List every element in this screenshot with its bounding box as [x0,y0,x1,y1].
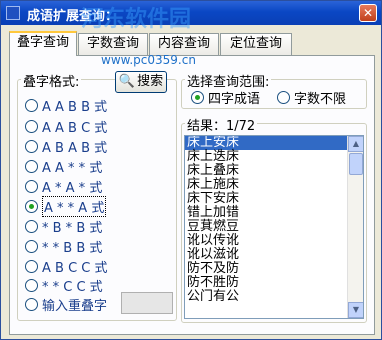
pattern-label: 输入重叠字 [42,298,108,314]
pattern-group-label: 叠字格式: [21,71,82,90]
list-item[interactable]: 床上安床 [185,136,363,150]
radio-icon [25,259,38,273]
search-button-label: 搜索 [137,74,164,89]
search-icon: 🔍 [118,74,136,89]
close-button[interactable]: ✕ [359,4,377,22]
scope-radio-any-length[interactable]: 字数不限 [277,88,347,107]
radio-icon [191,90,204,104]
radio-icon [25,139,38,153]
pattern-label: * * C C 式 [42,279,103,295]
pattern-label: * * B B 式 [42,240,103,256]
app-icon [6,6,20,20]
pattern-label: A A * * 式 [42,160,103,176]
list-item[interactable]: 床上迭床 [185,150,363,164]
pattern-radio-a-stars-a[interactable]: A * * A 式 [25,195,107,217]
list-item[interactable]: 防不及防 [185,262,363,276]
scroll-up-icon[interactable]: ▲ [348,136,363,152]
radio-icon [25,199,38,213]
pattern-label: * B * B 式 [42,220,103,236]
radio-icon [25,179,38,193]
list-item[interactable]: 床下安床 [185,192,363,206]
search-button[interactable]: 🔍 搜索 [115,71,167,93]
title-bar[interactable]: 成语扩展查询： 河东软件园 ✕ [1,1,381,32]
radio-icon [25,119,38,133]
list-item[interactable]: 错上加错 [185,206,363,220]
pattern-radio-custom[interactable]: 输入重叠字 [25,295,108,314]
scroll-down-icon[interactable]: ▼ [348,302,363,318]
pattern-label: A A B C 式 [42,120,108,136]
tab-position-query[interactable]: 定位查询 [220,33,292,55]
pattern-label: A * * A 式 [42,195,107,217]
app-window: 成语扩展查询： 河东软件园 ✕ 叠字查询 字数查询 内容查询 定位查询 www.… [0,0,382,340]
pattern-radio-aabb[interactable]: A A B B 式 [25,96,108,115]
pattern-label: A * A * 式 [42,180,103,196]
radio-icon [25,219,38,233]
results-list[interactable]: 床上安床 床上迭床 床上叠床 床上施床 床下安床 错上加错 豆萁燃豆 讹以传讹 … [184,135,364,319]
pattern-radio-a-star-a-star[interactable]: A * A * 式 [25,177,103,196]
pattern-radio-stars-cc[interactable]: * * C C 式 [25,276,103,295]
tab-count-query[interactable]: 字数查询 [78,33,148,55]
custom-overlap-input[interactable] [121,292,173,314]
scope-label: 四字成语 [208,91,261,107]
pattern-radio-abcc[interactable]: A B C C 式 [25,257,108,276]
pattern-label: A B A B 式 [42,140,108,156]
pattern-radio-aabc[interactable]: A A B C 式 [25,117,108,136]
radio-icon [277,90,290,104]
list-item[interactable]: 讹以传讹 [185,234,363,248]
watermark-text: 河东软件园 [81,7,192,32]
pattern-radio-abab[interactable]: A B A B 式 [25,137,108,156]
list-item[interactable]: 床上施床 [185,178,363,192]
scope-label: 字数不限 [294,91,347,107]
results-scrollbar[interactable]: ▲ ▼ [347,136,363,318]
results-label: 结果：1/72 [185,115,258,134]
list-item[interactable]: 防不胜防 [185,276,363,290]
scope-radio-four-char[interactable]: 四字成语 [191,88,261,107]
radio-icon [25,278,38,292]
list-item[interactable]: 讹以滋讹 [185,248,363,262]
pattern-radio-star-b-star-b[interactable]: * B * B 式 [25,217,103,236]
pattern-radio-aa-star[interactable]: A A * * 式 [25,157,103,176]
list-item[interactable]: 公门有公 [185,290,363,304]
watermark-url: www.pc0359.cn [101,53,196,67]
radio-icon [25,98,38,112]
list-item[interactable]: 床上叠床 [185,164,363,178]
pattern-label: A B C C 式 [42,260,108,276]
radio-icon [25,239,38,253]
scroll-thumb[interactable] [349,153,363,175]
list-item[interactable]: 豆萁燃豆 [185,220,363,234]
tab-content-query[interactable]: 内容查询 [149,33,219,55]
radio-icon [25,297,38,311]
tab-overlap-query[interactable]: 叠字查询 [9,31,77,56]
pattern-label: A A B B 式 [42,99,108,115]
pattern-radio-stars-bb[interactable]: * * B B 式 [25,237,103,256]
radio-icon [25,159,38,173]
